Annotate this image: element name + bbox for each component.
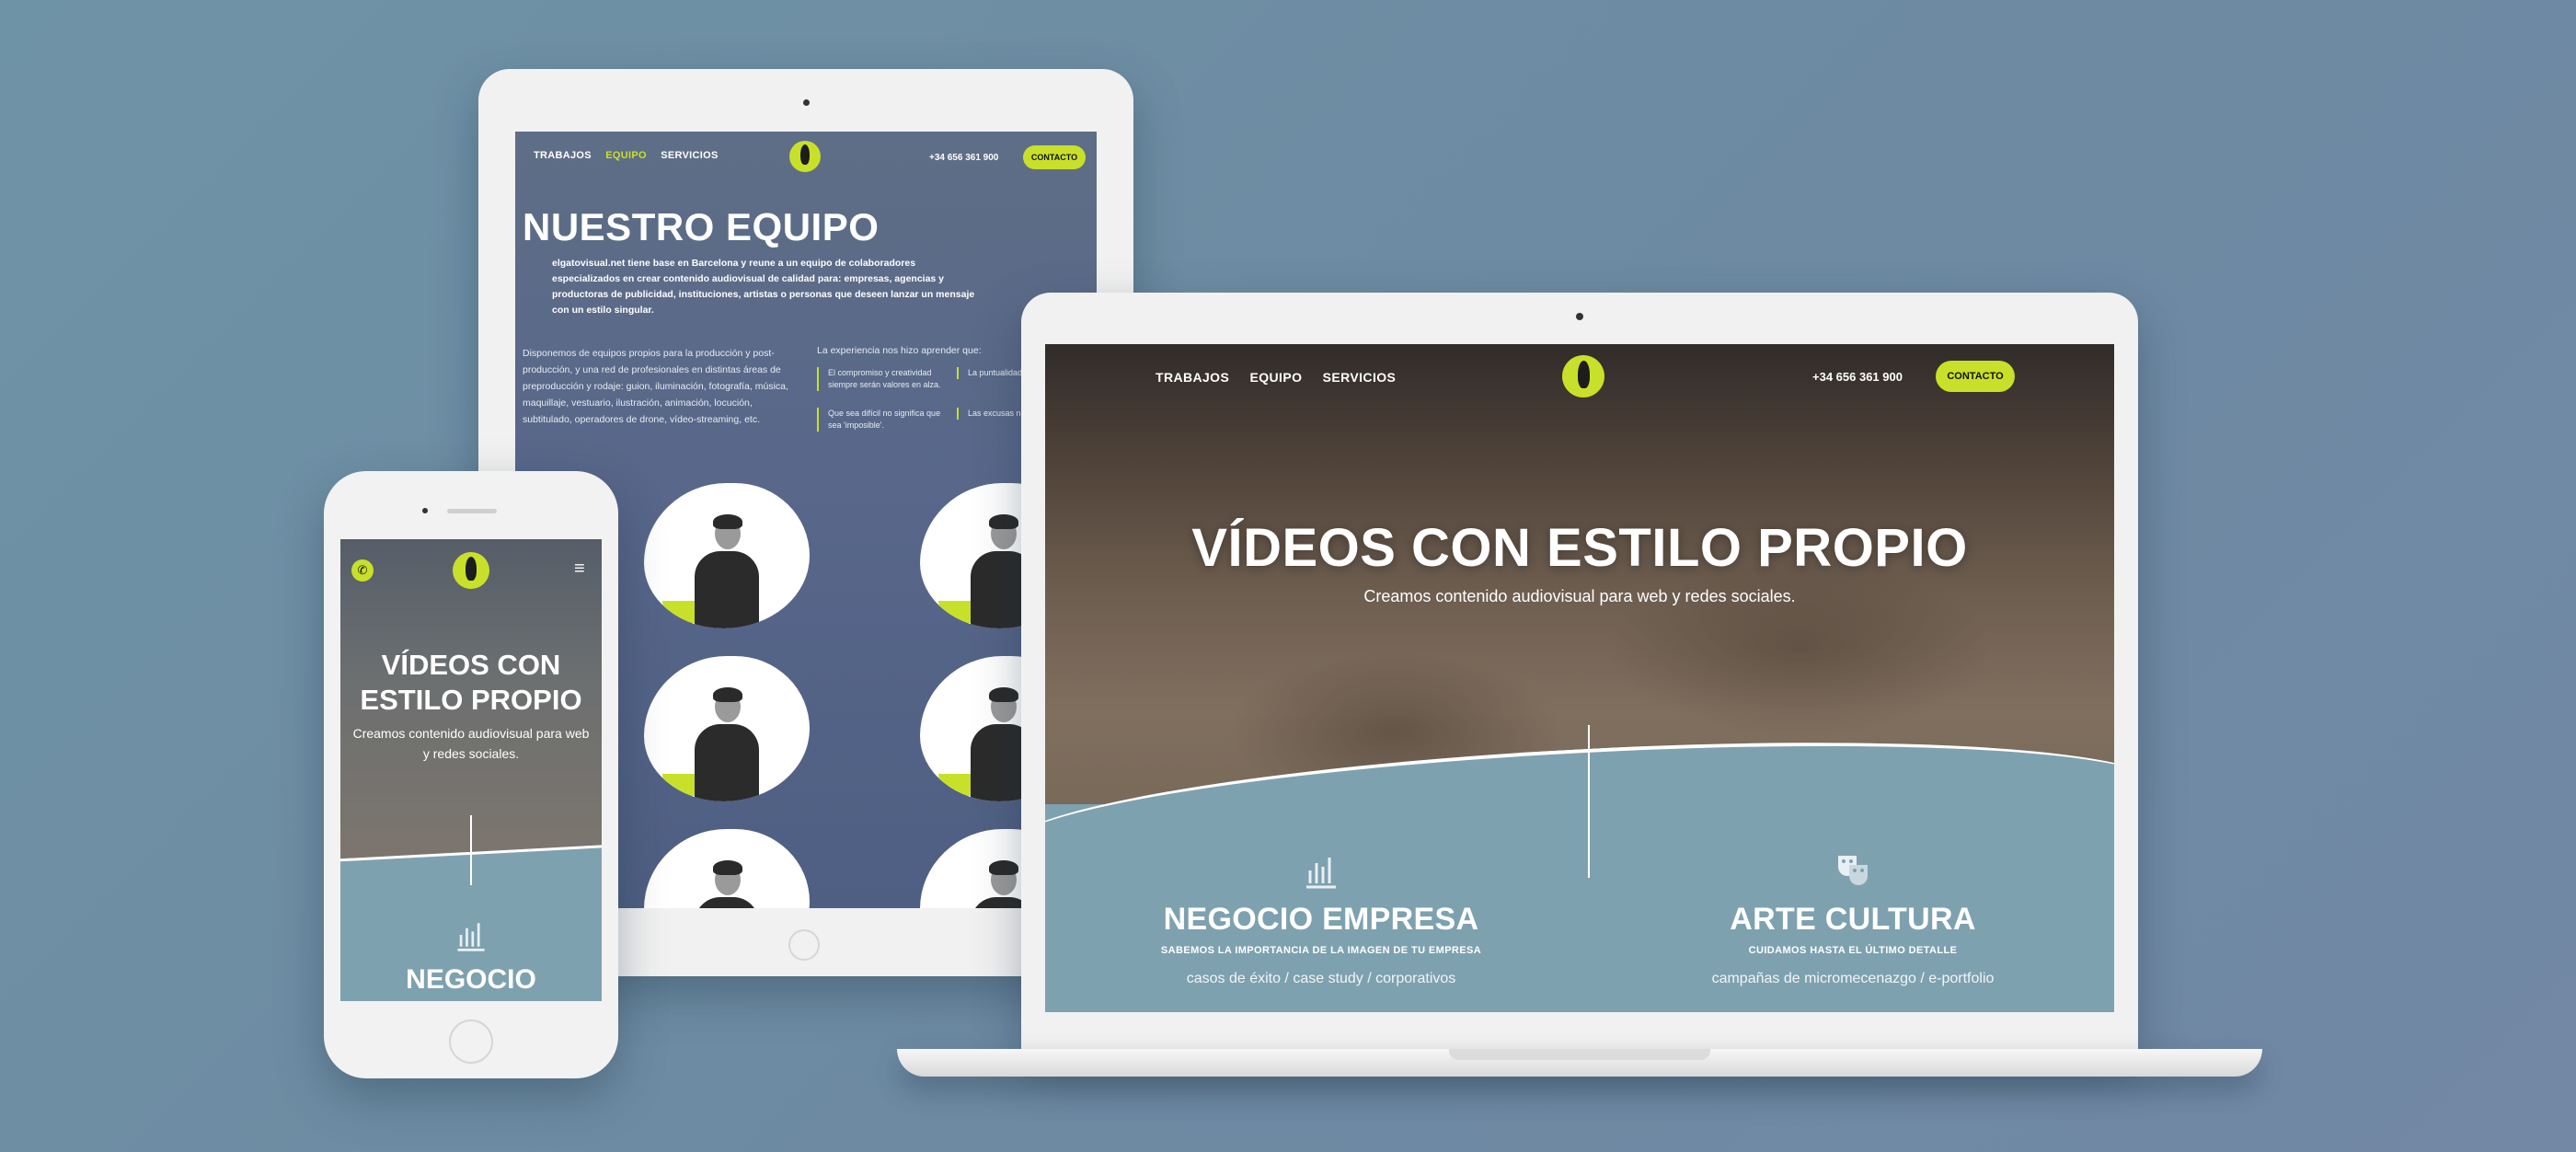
team-member-photo[interactable]	[644, 483, 810, 628]
service-subheading: SABEMOS LA IMPORTANCIA DE LA IMAGEN DE T…	[1160, 945, 1482, 956]
theater-masks-icon	[1614, 850, 2092, 896]
service-column-business[interactable]: NEGOCIO EMPRESA SABEMOS LA IMPORTANCIA D…	[1082, 850, 1560, 987]
chart-bars-icon	[1082, 850, 1560, 896]
phone-call-icon[interactable]: ✆	[351, 559, 374, 582]
nav-equipo[interactable]: EQUIPO	[1250, 370, 1303, 385]
phone-screen: ✆ ≡ VÍDEOS CON ESTILO PROPIO Creamos con…	[340, 539, 602, 1001]
laptop-screen: TRABAJOS EQUIPO SERVICIOS +34 656 361 90…	[1045, 344, 2114, 1012]
phone-hero-subtitle: Creamos contenido audiovisual para web y…	[352, 726, 590, 761]
nav-trabajos[interactable]: TRABAJOS	[1156, 370, 1229, 385]
team-member-photo[interactable]	[644, 829, 810, 908]
team-member-photo[interactable]	[644, 656, 810, 801]
tablet-phone-number[interactable]: +34 656 361 900	[929, 153, 998, 163]
experience-heading: La experiencia nos hizo aprender que:	[817, 345, 982, 356]
phone-speaker	[447, 509, 497, 513]
tablet-contact-button[interactable]: CONTACTO	[1023, 145, 1086, 169]
page-title: NUESTRO EQUIPO	[523, 205, 880, 248]
service-heading: ARTE CULTURA	[1730, 902, 1976, 937]
service-column-art[interactable]: ARTE CULTURA CUIDAMOS HASTA EL ÚLTIMO DE…	[1614, 850, 2092, 987]
laptop-notch	[1449, 1049, 1710, 1060]
hero-title: VÍDEOS CON ESTILO PROPIO	[1191, 518, 1968, 578]
service-subheading: CUIDAMOS HASTA EL ÚLTIMO DETALLE	[1748, 945, 1958, 956]
laptop-camera	[1576, 313, 1583, 320]
phone-number[interactable]: +34 656 361 900	[1812, 370, 1903, 384]
tablet-nav-servicios[interactable]: SERVICIOS	[661, 150, 718, 161]
chart-bars-icon	[340, 916, 602, 962]
tablet-home-button	[788, 929, 820, 961]
phone-camera	[422, 508, 428, 513]
cat-logo-icon[interactable]	[789, 141, 821, 172]
cat-logo-icon[interactable]	[1562, 355, 1604, 397]
laptop-device: TRABAJOS EQUIPO SERVICIOS +34 656 361 90…	[1021, 293, 2138, 1056]
service-description: campañas de micromecenazgo / e-portfolio	[1711, 971, 1995, 986]
hamburger-menu-icon[interactable]: ≡	[574, 559, 585, 578]
equipment-paragraph: Disponemos de equipos propios para la pr…	[523, 348, 788, 425]
phone-section-heading: NEGOCIO	[406, 964, 536, 995]
service-description: casos de éxito / case study / corporativ…	[1186, 971, 1456, 986]
value-cell: El compromiso y creatividad siempre será…	[817, 367, 946, 391]
phone-device: ✆ ≡ VÍDEOS CON ESTILO PROPIO Creamos con…	[324, 471, 618, 1078]
hero-subtitle: Creamos contenido audiovisual para web y…	[1363, 587, 1796, 605]
scroll-line	[470, 815, 472, 885]
tablet-nav-equipo[interactable]: EQUIPO	[605, 150, 647, 161]
scroll-line	[1588, 725, 1590, 878]
tablet-camera	[803, 99, 810, 106]
value-cell: Que sea difícil no significa que sea 'im…	[817, 408, 946, 432]
laptop-nav: TRABAJOS EQUIPO SERVICIOS	[1156, 370, 1412, 385]
cat-logo-icon[interactable]	[453, 552, 489, 589]
tablet-nav-trabajos[interactable]: TRABAJOS	[534, 150, 592, 161]
intro-paragraph: elgatovisual.net tiene base en Barcelona…	[552, 258, 975, 316]
nav-servicios[interactable]: SERVICIOS	[1323, 370, 1397, 385]
phone-hero-title: VÍDEOS CON ESTILO PROPIO	[360, 649, 582, 716]
phone-home-button	[449, 1020, 493, 1064]
service-heading: NEGOCIO EMPRESA	[1163, 902, 1479, 937]
contact-button[interactable]: CONTACTO	[1936, 361, 2015, 392]
